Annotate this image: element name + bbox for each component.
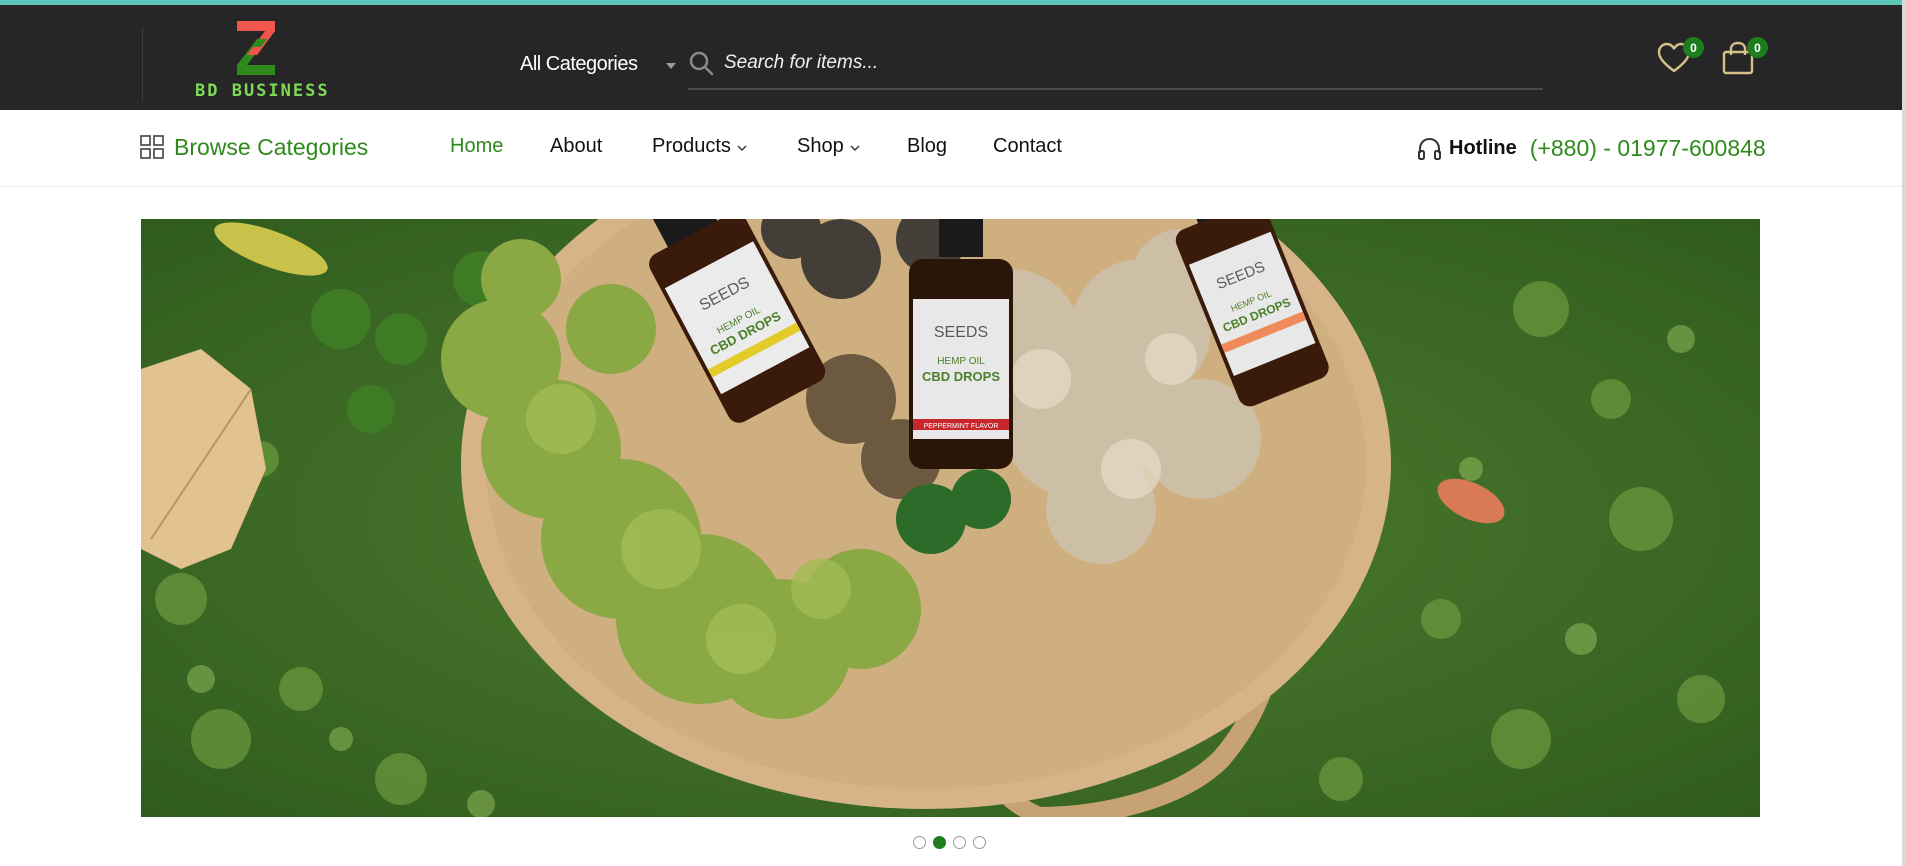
main-navigation: Browse Categories Home About Products Sh… bbox=[0, 110, 1902, 187]
cart-count-badge: 0 bbox=[1747, 37, 1768, 58]
page-scrollbar[interactable] bbox=[1902, 0, 1906, 866]
logo-text: BD BUSINESS bbox=[195, 81, 330, 101]
site-logo[interactable]: BD BUSINESS bbox=[143, 17, 328, 107]
carousel-dot-1[interactable] bbox=[913, 836, 926, 849]
cart-button[interactable]: 0 bbox=[1720, 37, 1768, 76]
nav-about[interactable]: About bbox=[550, 135, 602, 158]
grid-icon bbox=[140, 135, 164, 159]
carousel-dot-4[interactable] bbox=[973, 836, 986, 849]
nav-home-label: Home bbox=[450, 135, 504, 157]
logo-mark-icon bbox=[237, 21, 275, 75]
wishlist-button[interactable]: 0 bbox=[1656, 37, 1704, 76]
chevron-down-icon bbox=[666, 63, 676, 69]
hotline-label: Hotline bbox=[1449, 137, 1517, 159]
category-select[interactable]: All Categories bbox=[520, 49, 638, 79]
nav-home[interactable]: Home bbox=[450, 135, 503, 158]
search-input[interactable] bbox=[724, 45, 1544, 81]
chevron-down-icon bbox=[850, 145, 860, 151]
nav-shop[interactable]: Shop bbox=[797, 135, 860, 158]
bottle-center-label: CBD DROPS bbox=[922, 369, 1000, 384]
browse-categories-label: Browse Categories bbox=[174, 134, 369, 160]
carousel-dot-3[interactable] bbox=[953, 836, 966, 849]
browse-categories-button[interactable]: Browse Categories bbox=[140, 134, 368, 161]
nav-blog-label: Blog bbox=[907, 135, 948, 157]
nav-blog[interactable]: Blog bbox=[907, 135, 947, 158]
hero-illustration: SEEDS HEMP OIL CBD DROPS SEEDS HEMP OIL … bbox=[141, 219, 1760, 817]
wishlist-count-badge: 0 bbox=[1683, 37, 1704, 58]
search-underline bbox=[688, 88, 1543, 90]
bottle-center-sub: HEMP OIL bbox=[937, 356, 985, 367]
category-select-label: All Categories bbox=[520, 52, 638, 75]
hotline: Hotline (+880) - 01977-600848 bbox=[1417, 135, 1766, 162]
chevron-down-icon bbox=[737, 145, 747, 151]
bottle-center-brand: SEEDS bbox=[934, 324, 988, 341]
nav-about-label: About bbox=[550, 135, 603, 157]
nav-contact[interactable]: Contact bbox=[993, 135, 1062, 158]
nav-products-label: Products bbox=[652, 135, 731, 157]
bottle-center-flavor: PEPPERMINT FLAVOR bbox=[924, 423, 999, 430]
nav-shop-label: Shop bbox=[797, 135, 844, 157]
site-header: BD BUSINESS All Categories 0 0 bbox=[0, 5, 1902, 110]
nav-contact-label: Contact bbox=[993, 135, 1062, 157]
nav-products[interactable]: Products bbox=[652, 135, 747, 158]
headphones-icon bbox=[1418, 137, 1441, 160]
carousel-dot-2[interactable] bbox=[933, 836, 946, 849]
search-icon[interactable] bbox=[688, 50, 714, 76]
hotline-number[interactable]: (+880) - 01977-600848 bbox=[1530, 135, 1766, 162]
hero-banner-image: SEEDS HEMP OIL CBD DROPS SEEDS HEMP OIL … bbox=[141, 219, 1760, 817]
carousel-dots bbox=[913, 836, 986, 849]
